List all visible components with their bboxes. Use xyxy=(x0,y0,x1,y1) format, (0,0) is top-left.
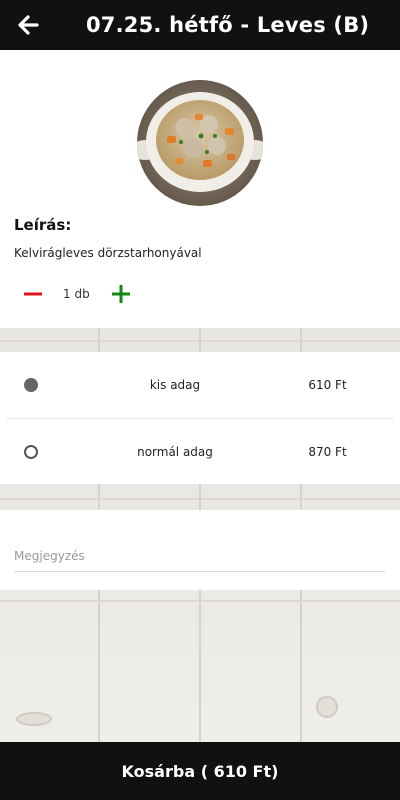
wood-knot xyxy=(316,696,338,718)
radio-selected-icon[interactable] xyxy=(24,378,38,392)
portion-price: 610 Ft xyxy=(308,378,347,392)
portion-option-normal[interactable]: normál adag 870 Ft xyxy=(6,418,394,484)
soup-bowl-image xyxy=(137,80,263,206)
portion-options: kis adag 610 Ft normál adag 870 Ft xyxy=(0,352,400,484)
page-title: 07.25. hétfő - Leves (B) xyxy=(86,13,370,37)
product-card: Leírás: Kelvirágleves dörzstarhonyával 1… xyxy=(0,50,400,328)
wood-knot xyxy=(16,712,52,726)
app-header: 07.25. hétfő - Leves (B) xyxy=(0,0,400,50)
plus-icon xyxy=(111,285,130,303)
product-description: Kelvirágleves dörzstarhonyával xyxy=(14,246,202,260)
wood-seam xyxy=(0,600,400,602)
portion-option-small[interactable]: kis adag 610 Ft xyxy=(0,352,400,418)
description-heading: Leírás: xyxy=(14,216,72,234)
note-card xyxy=(0,510,400,590)
wood-seam xyxy=(0,340,400,342)
portion-name: normál adag xyxy=(137,444,213,459)
note-input[interactable] xyxy=(14,540,385,572)
minus-icon xyxy=(24,292,42,296)
arrow-left-icon xyxy=(18,15,39,35)
decrease-quantity-button[interactable] xyxy=(22,280,44,308)
cart-button-label: Kosárba ( 610 Ft) xyxy=(121,761,279,781)
portion-price: 870 Ft xyxy=(308,444,347,459)
quantity-stepper: 1 db xyxy=(22,280,132,308)
add-to-cart-button[interactable]: Kosárba ( 610 Ft) xyxy=(0,742,400,800)
wood-seam xyxy=(0,498,400,500)
portion-name: kis adag xyxy=(149,378,201,392)
increase-quantity-button[interactable] xyxy=(110,280,132,308)
back-button[interactable] xyxy=(0,0,56,50)
radio-unselected-icon[interactable] xyxy=(24,444,38,459)
quantity-value: 1 db xyxy=(63,287,90,301)
